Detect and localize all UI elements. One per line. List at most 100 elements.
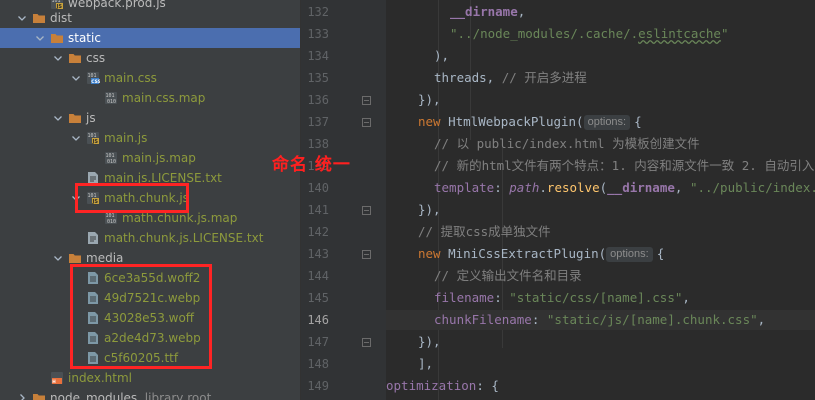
chevron-down-icon[interactable]	[52, 252, 64, 264]
line-number: 140	[307, 181, 329, 195]
chevron-down-icon[interactable]	[52, 112, 64, 124]
js-file-icon: 101 JS	[86, 131, 100, 145]
code-line[interactable]: "../node_modules/.cache/.eslintcache"	[386, 24, 815, 44]
code-token: optimization	[386, 378, 477, 393]
fold-marker-icon[interactable]	[362, 118, 371, 127]
code-token: MiniCssExtractPlugin(	[448, 246, 607, 261]
tree-item-dist[interactable]: dist	[0, 8, 300, 28]
folder-icon	[32, 11, 46, 25]
code-token: ],	[418, 356, 434, 371]
tree-item-label: js	[86, 111, 96, 125]
svg-text:H: H	[52, 379, 56, 384]
code-token: :	[531, 312, 547, 327]
line-number: 132	[307, 5, 329, 19]
code-line[interactable]: }),	[386, 200, 815, 220]
fold-marker-icon[interactable]	[362, 96, 371, 105]
css-file-icon: 101 CSS	[86, 71, 100, 85]
tree-item-main-js[interactable]: 101 JS main.js	[0, 128, 300, 148]
line-number: 148	[307, 357, 329, 371]
code-line[interactable]: // 以 public/index.html 为模板创建文件	[386, 134, 815, 154]
code-line[interactable]: __dirname,	[386, 2, 815, 22]
chevron-down-icon[interactable]	[70, 132, 82, 144]
line-number: 134	[307, 49, 329, 63]
annotation-box-media-files	[70, 264, 212, 369]
chevron-down-icon[interactable]	[70, 72, 82, 84]
fold-marker-icon[interactable]	[362, 338, 371, 347]
annotation-box-math-chunk	[75, 183, 189, 213]
code-token: ,	[517, 4, 526, 19]
code-token: : {	[476, 378, 499, 393]
code-token: // 新的html文件有两个特点：1. 内容和源文件一致 2. 自动引入打包生成…	[434, 158, 815, 173]
code-editor[interactable]: __dirname, "../node_modules/.cache/.eslin…	[386, 0, 815, 400]
tree-item-label: main.css.map	[122, 91, 206, 105]
line-number: 149	[307, 379, 329, 393]
svg-text:CSS: CSS	[91, 79, 100, 85]
code-line[interactable]: optimization: {	[386, 376, 815, 396]
code-token: chunkFilename	[434, 312, 532, 327]
code-token: // 提取css成单独文件	[418, 224, 551, 239]
code-token: "../public/index.html"	[689, 180, 815, 195]
tree-item-label: index.html	[68, 371, 132, 385]
tree-item-node-modules[interactable]: node_modules library root	[0, 388, 300, 400]
tree-item-math-chunk-js-license-txt[interactable]: math.chunk.js.LICENSE.txt	[0, 228, 300, 248]
chevron-right-icon[interactable]	[16, 392, 28, 400]
code-line[interactable]: filename: "static/css/[name].css",	[386, 288, 815, 308]
svg-text:010: 010	[107, 159, 116, 165]
code-token: "../node_modules/.cache/.	[450, 26, 639, 41]
text-file-icon	[86, 231, 100, 245]
code-line[interactable]: new MiniCssExtractPlugin(options:{	[386, 244, 815, 264]
chevron-down-icon[interactable]	[16, 12, 28, 24]
line-number: 147	[307, 335, 329, 349]
tree-item-css[interactable]: css	[0, 48, 300, 68]
code-token: new	[418, 114, 449, 129]
chevron-down-icon[interactable]	[34, 32, 46, 44]
tree-item-label: dist	[50, 11, 72, 25]
line-number: 135	[307, 71, 329, 85]
code-line[interactable]: ),	[386, 46, 815, 66]
code-line[interactable]: chunkFilename: "static/js/[name].chunk.c…	[386, 310, 815, 330]
tree-item-main-js-map[interactable]: 101 010 main.js.map	[0, 148, 300, 168]
code-token: __dirname	[450, 4, 518, 19]
code-line[interactable]: new HtmlWebpackPlugin(options:{	[386, 112, 815, 132]
tree-item-label: main.js	[104, 131, 148, 145]
code-token: ,	[674, 180, 690, 195]
folder-icon	[68, 111, 82, 125]
line-number: 133	[307, 27, 329, 41]
code-line[interactable]: }),	[386, 332, 815, 352]
code-token: path	[509, 180, 540, 195]
folder-icon	[68, 251, 82, 265]
tree-item-main-css[interactable]: 101 CSS main.css	[0, 68, 300, 88]
code-line[interactable]: // 新的html文件有两个特点：1. 内容和源文件一致 2. 自动引入打包生成…	[386, 156, 815, 176]
line-number: 143	[307, 247, 329, 261]
tree-item-js[interactable]: js	[0, 108, 300, 128]
chevron-down-icon[interactable]	[52, 52, 64, 64]
code-line[interactable]: // 提取css成单独文件	[386, 222, 815, 242]
code-line[interactable]: // 定义输出文件名和目录	[386, 266, 815, 286]
code-token: __dirname	[607, 180, 675, 195]
code-line[interactable]: template: path.resolve(__dirname, "../pu…	[386, 178, 815, 198]
code-token: "static/js/[name].chunk.css"	[546, 312, 758, 327]
tree-item-main-css-map[interactable]: 101 010 main.css.map	[0, 88, 300, 108]
code-token: HtmlWebpackPlugin(	[448, 114, 584, 129]
code-line[interactable]: threads, // 开启多进程	[386, 68, 815, 88]
map-file-icon: 101 010	[104, 211, 118, 225]
code-line[interactable]: }),	[386, 90, 815, 110]
svg-text:JS: JS	[92, 139, 99, 145]
code-token: // 开启多进程	[501, 70, 587, 85]
tree-item-static[interactable]: static	[0, 28, 300, 48]
code-token: }),	[418, 334, 441, 349]
fold-marker-icon[interactable]	[362, 250, 371, 259]
parameter-hint: options:	[583, 115, 631, 130]
line-number: 145	[307, 291, 329, 305]
code-token: {	[634, 114, 642, 129]
code-token: .	[539, 180, 547, 195]
code-token: "	[720, 26, 729, 41]
tree-item-label: math.chunk.js.LICENSE.txt	[104, 231, 264, 245]
map-file-icon: 101 010	[104, 151, 118, 165]
tree-item-index-html[interactable]: Hindex.html	[0, 368, 300, 388]
code-token: "static/css/[name].css"	[509, 290, 683, 305]
code-token: }),	[418, 202, 441, 217]
fold-marker-icon[interactable]	[362, 206, 371, 215]
tree-item-label: node_modules	[50, 391, 138, 400]
code-line[interactable]: ],	[386, 354, 815, 374]
